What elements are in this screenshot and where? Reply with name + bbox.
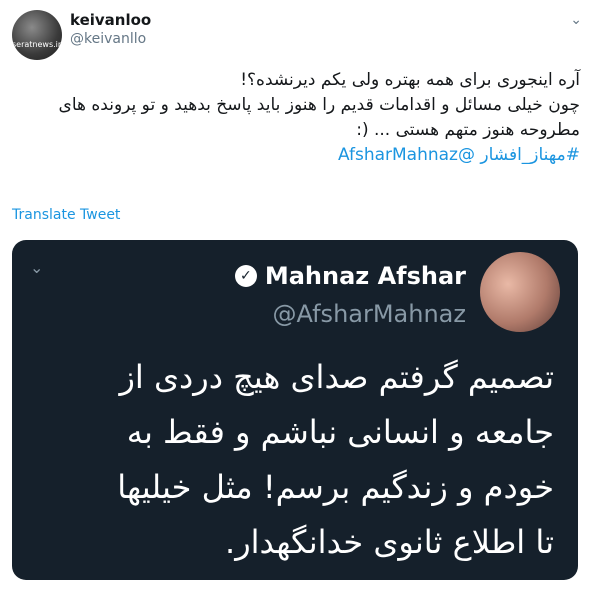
embedded-tweet-text: تصمیم گرفتم صدای هیچ دردی از جامعه و انس… bbox=[36, 350, 554, 570]
embedded-line: جامعه و انسانی نباشم و فقط به bbox=[126, 413, 554, 451]
tweet-line: چون خیلی مسائل و اقدامات قدیم را هنوز با… bbox=[58, 95, 580, 115]
embedded-tweet-image[interactable]: ⌄ ✓ Mahnaz Afshar @AfsharMahnaz تصمیم گر… bbox=[12, 240, 578, 580]
chevron-down-icon[interactable]: ⌄ bbox=[570, 12, 582, 28]
author-display-name[interactable]: keivanloo bbox=[70, 11, 151, 29]
embedded-line: خودم و زندگیم برسم! مثل خیلیها bbox=[117, 468, 554, 506]
embedded-avatar bbox=[480, 252, 560, 332]
avatar-watermark: seratnews.ir bbox=[12, 40, 62, 49]
embedded-line: تا اطلاع ثانوی خدانگهدار. bbox=[225, 523, 554, 561]
tweet-line: آره اینجوری برای همه بهتره ولی یکم دیرنش… bbox=[240, 70, 580, 90]
avatar[interactable]: seratnews.ir bbox=[12, 10, 62, 60]
tweet-text: آره اینجوری برای همه بهتره ولی یکم دیرنش… bbox=[12, 68, 580, 168]
embedded-name-text: Mahnaz Afshar bbox=[264, 262, 466, 290]
hashtag-mention-line[interactable]: #مهناز_افشار @AfsharMahnaz bbox=[12, 143, 580, 168]
embedded-author-name: ✓ Mahnaz Afshar bbox=[234, 262, 466, 290]
verified-badge-icon: ✓ bbox=[234, 265, 257, 287]
embedded-chevron-down-icon: ⌄ bbox=[30, 258, 44, 277]
embedded-line: تصمیم گرفتم صدای هیچ دردی از bbox=[119, 358, 554, 396]
translate-tweet-link[interactable]: Translate Tweet bbox=[12, 207, 120, 223]
tweet-line: مطروحه هنوز متهم هستی ... (: bbox=[356, 120, 580, 140]
author-handle[interactable]: @keivanllo bbox=[70, 31, 146, 47]
embedded-author-handle: @AfsharMahnaz bbox=[272, 300, 466, 328]
